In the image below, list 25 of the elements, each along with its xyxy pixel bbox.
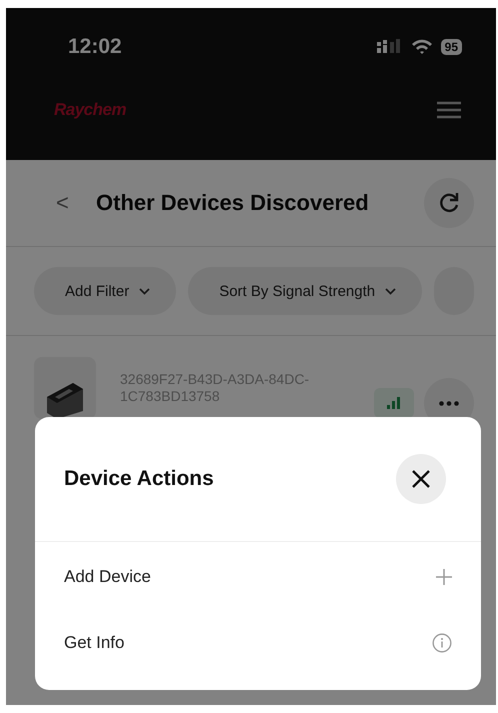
- chip-label: Add Filter: [65, 282, 130, 300]
- more-icon: [439, 400, 459, 406]
- close-icon: [412, 470, 430, 488]
- info-icon: [432, 633, 452, 653]
- wifi-icon: [410, 39, 433, 55]
- filter-chip[interactable]: Sort By Signal Strength: [188, 267, 422, 315]
- refresh-icon: [438, 192, 460, 214]
- menu-icon[interactable]: [437, 101, 461, 119]
- signal-bars-icon: [387, 397, 401, 409]
- back-button[interactable]: <: [56, 190, 96, 216]
- status-time: 12:02: [68, 35, 122, 59]
- brand-logo: Raychem: [54, 100, 126, 120]
- action-item[interactable]: Get Info: [35, 610, 481, 676]
- action-item[interactable]: Add Device: [35, 544, 481, 610]
- sheet-title: Device Actions: [64, 467, 214, 491]
- filter-chip[interactable]: Add Filter: [34, 267, 176, 315]
- chevron-down-icon: [139, 288, 150, 294]
- chip-label: Sort By Signal Strength: [219, 282, 376, 300]
- battery-level: 95: [440, 39, 462, 55]
- page-title: Other Devices Discovered: [96, 190, 370, 216]
- close-button[interactable]: [396, 454, 446, 504]
- refresh-button[interactable]: [424, 178, 474, 228]
- cellular-signal-icon: [376, 39, 403, 55]
- plus-icon: [436, 569, 452, 585]
- chevron-down-icon: [385, 288, 396, 294]
